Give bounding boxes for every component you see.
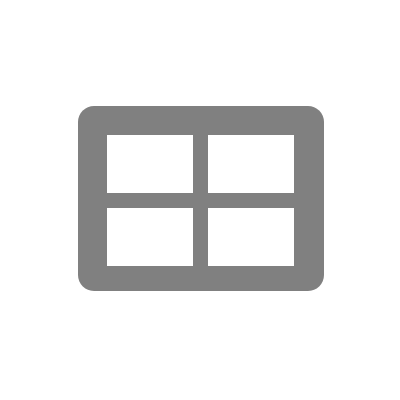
grid-pane-top-left	[107, 135, 193, 193]
icon-canvas	[0, 0, 400, 400]
grid-pane-bottom-right	[208, 208, 294, 266]
grid-view-icon-svg	[78, 106, 324, 291]
grid-view-icon	[0, 0, 400, 400]
grid-pane-bottom-left	[107, 208, 193, 266]
grid-pane-top-right	[208, 135, 294, 193]
